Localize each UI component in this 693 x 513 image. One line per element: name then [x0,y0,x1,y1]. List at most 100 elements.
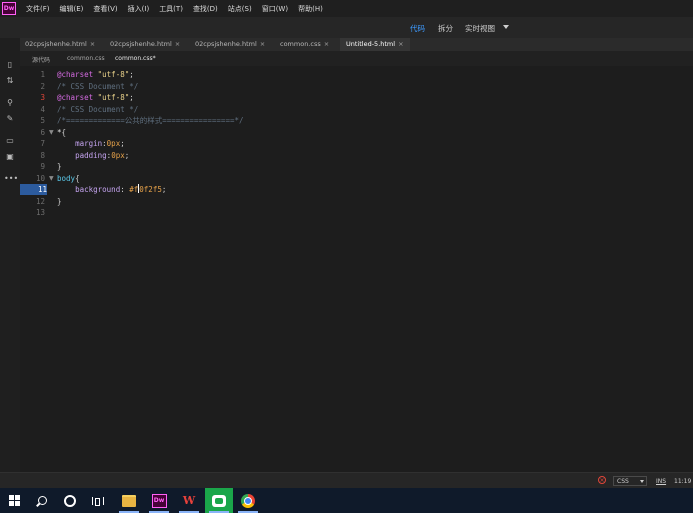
code-token: padding [75,150,107,160]
line-number[interactable]: 5 [20,115,45,126]
document-tab[interactable]: 02cpsjshenhe.html × [25,38,95,51]
code-line[interactable]: } [57,196,62,207]
line-number[interactable]: 9 [20,161,45,172]
code-token: ; [124,150,130,160]
cortana-icon[interactable] [56,488,84,513]
close-icon[interactable]: × [175,40,180,48]
code-token: "utf-8" [97,93,130,102]
code-token: /*=============公共的样式================*/ [57,116,244,125]
code-token: /* CSS Document */ [57,104,139,114]
code-token: ; [129,93,134,102]
dreamweaver-taskbar-icon[interactable]: Dw [145,488,173,513]
dreamweaver-logo-icon: Dw [2,2,16,15]
code-editor[interactable]: 1 @charset "utf-8"; 2 /* CSS Document */ 3 @c… [20,66,693,472]
code-line[interactable]: @charset "utf-8"; [57,92,134,103]
line-number[interactable]: 8 [20,150,45,161]
code-token: ; [120,139,125,148]
menu-find[interactable]: 查找(D) [193,4,218,14]
menu-window[interactable]: 窗口(W) [262,4,288,14]
menu-file[interactable]: 文件(F) [26,4,50,14]
code-token: 0f2f5 [139,185,162,194]
live-view-dropdown-icon[interactable] [503,25,509,29]
wechat-icon[interactable] [205,488,233,513]
chrome-icon[interactable] [234,488,262,513]
code-token: ; [129,70,134,79]
insert-mode-indicator[interactable]: INS [656,478,666,485]
pen-icon[interactable]: ✎ [4,114,16,124]
os-taskbar: Dw W [0,488,693,513]
task-view-icon[interactable] [84,488,112,513]
related-file-link-active[interactable]: common.css* [115,55,156,62]
code-token: @charset [57,70,94,79]
close-icon[interactable]: × [398,40,403,48]
line-number[interactable]: 10 [20,173,45,184]
line-number[interactable]: 12 [20,196,45,207]
line-number[interactable]: 2 [20,81,45,92]
document-tab[interactable]: common.css × [280,38,329,51]
menu-insert[interactable]: 插入(I) [128,4,150,14]
menu-edit[interactable]: 编辑(E) [60,4,84,14]
code-token: { [75,173,80,183]
line-number[interactable]: 7 [20,138,45,149]
fold-toggle-icon[interactable]: ▼ [49,127,54,138]
code-line[interactable]: /* CSS Document */ [57,81,138,92]
source-code-link[interactable]: 源代码 [32,55,50,64]
document-tab[interactable]: 02cpsjshenhe.html × [110,38,180,51]
code-token: #f [129,185,139,194]
more-icon[interactable]: ••• [4,174,18,184]
windows-start-icon[interactable] [0,488,28,513]
code-line[interactable]: } [57,161,62,172]
menu-tools[interactable]: 工具(T) [159,4,183,14]
code-token: /* CSS Document */ [57,81,139,91]
view-toolbar: 代码 拆分 实时视图 [0,17,693,38]
status-bar: × CSS INS 11:19 [0,472,693,489]
document-tab[interactable]: 02cpsjshenhe.html × [195,38,265,51]
related-file-link[interactable]: common.css [67,55,105,62]
fold-toggle-icon[interactable]: ▼ [49,173,54,184]
line-number[interactable]: 1 [20,69,45,80]
line-number[interactable]: 6 [20,127,45,138]
snippet-icon[interactable]: ▣ [4,152,16,162]
code-line[interactable]: /* CSS Document */ [57,104,138,115]
menu-view[interactable]: 查看(V) [93,4,117,14]
code-line[interactable]: *{ [57,127,66,138]
code-line[interactable]: @charset "utf-8"; [57,69,134,80]
code-view-button[interactable]: 代码 [410,23,425,34]
close-icon[interactable]: × [260,40,265,48]
code-line[interactable]: margin:0px; [57,138,125,149]
menu-site[interactable]: 站点(S) [228,4,252,14]
menu-help[interactable]: 帮助(H) [298,4,323,14]
code-line[interactable]: padding:0px; [57,150,129,161]
document-tab-bar: 02cpsjshenhe.html × 02cpsjshenhe.html × 02… [20,38,693,51]
code-line[interactable]: /*=============公共的样式================*/ [57,115,244,126]
live-view-button[interactable]: 实时视图 [465,23,495,34]
document-tab-active[interactable]: Untitled-5.html × [340,38,410,51]
code-token: } [57,162,62,171]
comment-icon[interactable]: ▭ [4,136,16,146]
dom-tree-icon[interactable]: ⚲ [4,98,16,108]
code-line[interactable]: body{ [57,173,80,184]
line-number[interactable]: 4 [20,104,45,115]
close-icon[interactable]: × [90,40,95,48]
line-number[interactable]: 13 [20,207,45,218]
code-token: 0px [106,139,121,148]
close-icon[interactable]: × [324,40,329,48]
sort-icon[interactable]: ⇅ [4,76,16,86]
code-token: margin [75,139,103,148]
tool-rail: ▯ ⇅ ⚲ ✎ ▭ ▣ ••• [0,38,21,488]
error-icon[interactable]: × [598,476,606,484]
line-number[interactable]: 11 [20,184,47,195]
file-icon[interactable]: ▯ [4,60,16,70]
wps-office-icon[interactable]: W [175,488,203,513]
split-view-button[interactable]: 拆分 [438,23,453,34]
code-token: "utf-8" [97,70,130,79]
code-line[interactable]: background: #f0f2f5; [57,184,166,195]
file-explorer-icon[interactable] [115,488,143,513]
chevron-down-icon[interactable] [640,480,644,483]
search-icon[interactable] [28,488,56,513]
line-number[interactable]: 3 [20,92,45,103]
code-token: @charset [57,93,94,102]
